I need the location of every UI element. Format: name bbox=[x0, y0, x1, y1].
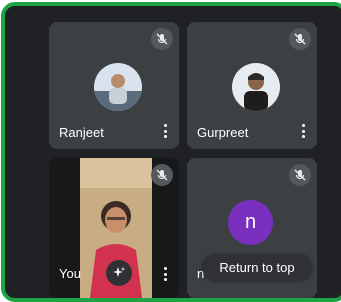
participant-avatar bbox=[232, 63, 280, 111]
participant-name: Ranjeet bbox=[59, 125, 104, 140]
participant-initial-avatar: n bbox=[228, 200, 273, 245]
participant-name: Gurpreet bbox=[197, 125, 249, 140]
return-to-top-button[interactable]: Return to top bbox=[202, 254, 312, 280]
participant-tile-ranjeet[interactable]: Ranjeet bbox=[49, 22, 179, 149]
mic-off-icon bbox=[151, 164, 173, 186]
sparkle-effects-icon[interactable] bbox=[106, 260, 132, 286]
mic-off-icon bbox=[289, 28, 311, 50]
more-options-icon[interactable] bbox=[301, 124, 305, 138]
participant-name: You bbox=[59, 266, 81, 281]
participant-tile-gurpreet[interactable]: Gurpreet bbox=[187, 22, 317, 149]
mic-off-icon bbox=[151, 28, 173, 50]
more-options-icon[interactable] bbox=[163, 124, 167, 138]
more-options-icon[interactable] bbox=[163, 267, 167, 281]
participant-tile-you[interactable]: You bbox=[49, 158, 179, 298]
participant-avatar bbox=[94, 63, 142, 111]
mic-off-icon bbox=[289, 164, 311, 186]
